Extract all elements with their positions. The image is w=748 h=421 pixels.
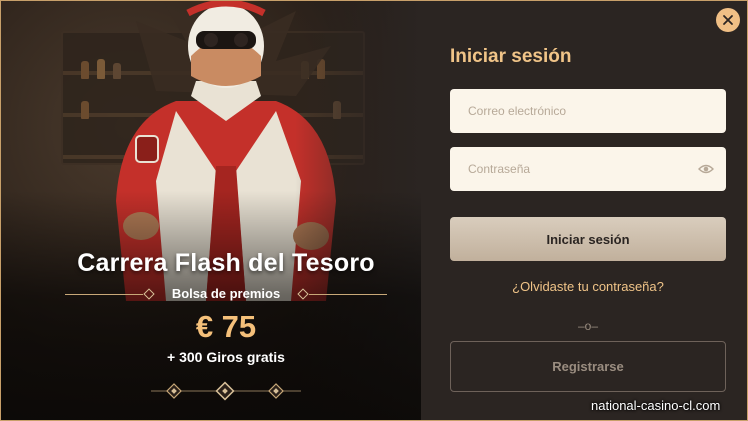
prize-pool-row: Bolsa de premios xyxy=(65,283,387,307)
register-button[interactable]: Registrarse xyxy=(450,341,726,392)
promo-panel: Carrera Flash del Tesoro Bolsa de premio… xyxy=(1,1,421,420)
forgot-password-link[interactable]: ¿Olvidaste tu contraseña? xyxy=(450,279,726,294)
prize-amount: € 75 xyxy=(195,309,257,344)
password-input[interactable] xyxy=(450,147,726,191)
eye-icon[interactable] xyxy=(698,163,714,175)
close-button[interactable] xyxy=(716,8,740,32)
login-title: Iniciar sesión xyxy=(450,46,572,67)
login-button[interactable]: Iniciar sesión xyxy=(450,217,726,261)
promo-title: Carrera Flash del Tesoro xyxy=(77,249,375,277)
email-input[interactable] xyxy=(450,89,726,133)
or-divider: –o– xyxy=(577,319,599,333)
site-watermark: national-casino-cl.com xyxy=(591,398,721,413)
ornament-row xyxy=(151,381,301,401)
prize-pool-label: Bolsa de premios xyxy=(171,286,281,301)
free-spins-text: + 300 Giros gratis xyxy=(167,349,285,365)
login-modal: Carrera Flash del Tesoro Bolsa de premio… xyxy=(0,0,748,421)
close-icon xyxy=(723,15,733,25)
